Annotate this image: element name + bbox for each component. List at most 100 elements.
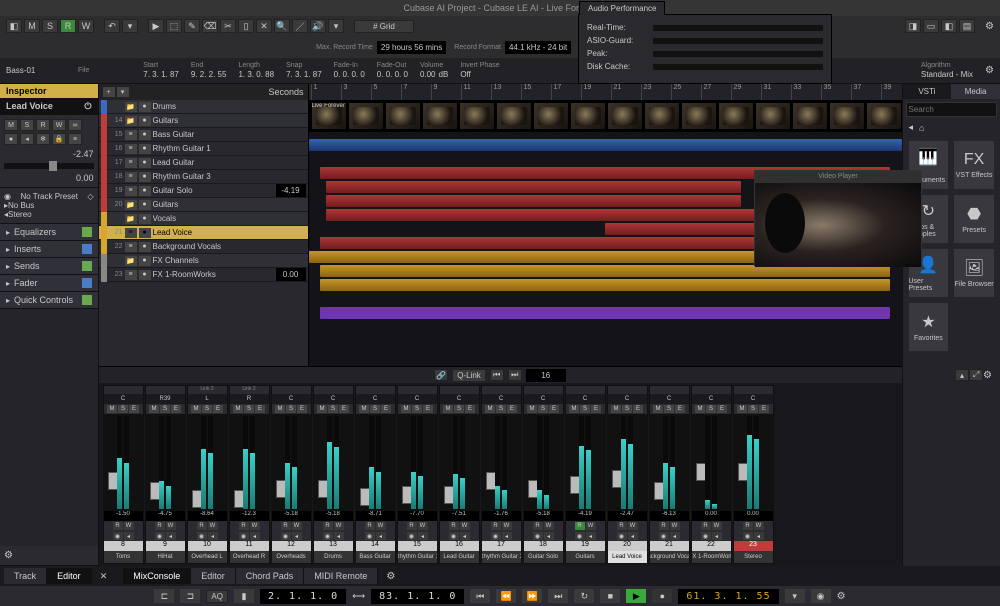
track-preset[interactable]: No Track Preset [20, 192, 77, 201]
draw-tool[interactable]: ✎ [184, 19, 200, 33]
erase-tool[interactable]: ⌫ [202, 19, 218, 33]
audio-clip[interactable] [320, 307, 889, 319]
layout-button-3[interactable]: ◧ [941, 19, 957, 33]
mixer-channel[interactable]: C MSE -1.76 RW ◉◂ 17 Rhythm Guitar 3 [481, 385, 522, 564]
prev-button[interactable]: ⏪ [496, 589, 516, 603]
settings-icon[interactable]: ⚙ [985, 21, 994, 32]
mixer-channel[interactable]: C MSE -8.71 RW ◉◂ 14 Bass Guitar [355, 385, 396, 564]
locator-button[interactable]: ▮ [234, 589, 254, 603]
channel-count[interactable]: 16 [526, 369, 566, 382]
inspector-section-inserts[interactable]: ▸Inserts [0, 241, 98, 258]
next-page-button[interactable]: ⏭ [508, 369, 522, 381]
timeline-ruler[interactable]: 135791113151719212325272931333537391:10 [309, 84, 902, 100]
tab-chord-pads[interactable]: Chord Pads [236, 568, 305, 584]
audio-clip[interactable] [326, 181, 741, 193]
track-row[interactable]: 📁●Drums [99, 100, 308, 114]
fadein-value[interactable]: 0. 0. 0. 0 [334, 70, 365, 79]
add-track-button[interactable]: + [103, 87, 115, 97]
track-row[interactable]: 23≡●FX 1-RoomWorks0.00 [99, 268, 308, 282]
output-bus[interactable]: Stereo [8, 210, 32, 219]
inspector-section-quick-controls[interactable]: ▸Quick Controls [0, 292, 98, 309]
end-value[interactable]: 9. 2. 2. 55 [191, 70, 227, 79]
mixer-up-button[interactable]: ▴ [955, 369, 969, 381]
loop-button[interactable]: ∞ [68, 119, 82, 131]
inspector-tab[interactable]: Inspector [0, 84, 98, 98]
back-icon[interactable]: ◂ [909, 122, 914, 133]
tab-midi-remote[interactable]: MIDI Remote [304, 568, 378, 584]
solo-button[interactable]: S [20, 119, 34, 131]
glue-tool[interactable]: ▯ [238, 19, 254, 33]
next-button[interactable]: ⏩ [522, 589, 542, 603]
track-row[interactable]: 20📁●Guitars [99, 198, 308, 212]
tab-vsti[interactable]: VSTi [903, 84, 952, 99]
history-dropdown[interactable]: ▾ [122, 19, 138, 33]
audio-clip[interactable] [320, 279, 889, 291]
inspector-track-name[interactable]: Lead Voice [6, 101, 53, 112]
cycle-button[interactable]: ↻ [574, 589, 594, 603]
close-tab-icon[interactable]: ✕ [100, 571, 108, 582]
right-locator[interactable]: 83. 1. 1. 0 [371, 589, 464, 604]
mixer-channel[interactable]: Link 2 L MSE -8.64 RW ◉◂ 10 Overhead L [187, 385, 228, 564]
lower-zone-settings-icon[interactable]: ⚙ [386, 571, 395, 582]
tab-track[interactable]: Track [4, 568, 47, 584]
track-row[interactable]: 15≡●Bass Guitar [99, 128, 308, 142]
record-button[interactable]: ● [652, 589, 672, 603]
mixer-channel[interactable]: C MSE -5.18 RW ◉◂ 18 Guitar Solo [523, 385, 564, 564]
audio-performance-panel[interactable]: Audio Performance Real-Time: ASIO-Guard:… [578, 14, 832, 84]
pointer-tool[interactable]: ▶ [148, 19, 164, 33]
left-locator[interactable]: 2. 1. 1. 0 [260, 589, 346, 604]
fadeout-value[interactable]: 0. 0. 0. 0 [377, 70, 408, 79]
track-row[interactable]: 📁●Vocals [99, 212, 308, 226]
track-row[interactable]: 14📁●Guitars [99, 114, 308, 128]
length-value[interactable]: 1. 3. 0. 88 [238, 70, 274, 79]
track-row[interactable]: 19≡●Guitar Solo-4.19 [99, 184, 308, 198]
mixer-channel[interactable]: C MSE 0.00 RW ◉◂ 23 Stereo [733, 385, 774, 564]
track-row[interactable]: 21≡●Lead Voice [99, 226, 308, 240]
freeze-button[interactable]: ❄ [36, 133, 50, 145]
rewind-button[interactable]: ⏮ [470, 589, 490, 603]
solo-all-button[interactable]: S [42, 19, 58, 33]
track-row[interactable]: 16≡●Rhythm Guitar 1 [99, 142, 308, 156]
mixer-channel[interactable]: R39 MSE -4.75 RW ◉◂ 9 HiHat [145, 385, 186, 564]
layout-button-4[interactable]: ▤ [959, 19, 975, 33]
read-button[interactable]: R [36, 119, 50, 131]
media-tile-file-browser[interactable]: 🖼File Browser [954, 249, 994, 297]
click-button[interactable]: ◉ [811, 589, 831, 603]
tab-media[interactable]: Media [951, 84, 1000, 99]
undo-button[interactable]: ↶ [104, 19, 120, 33]
mixer-channel[interactable]: C MSE 0.00 RW ◉◂ 22 FX 1-RoomWork [691, 385, 732, 564]
toggle-channel-button[interactable]: ◧ [6, 19, 22, 33]
track-row[interactable]: 📁●FX Channels [99, 254, 308, 268]
mute-tool[interactable]: ✕ [256, 19, 272, 33]
split-tool[interactable]: ✂ [220, 19, 236, 33]
mixer-channel[interactable]: C MSE -4.19 RW ◉◂ 19 Guitars [565, 385, 606, 564]
track-row[interactable]: 18≡●Rhythm Guitar 3 [99, 170, 308, 184]
inspector-section-equalizers[interactable]: ▸Equalizers [0, 224, 98, 241]
home-icon[interactable]: ⌂ [919, 123, 924, 133]
mixer-channel[interactable]: C MSE -1.50 RW ◉◂ 8 Toms [103, 385, 144, 564]
input-bus[interactable]: No Bus [8, 201, 34, 210]
volume-value[interactable]: 0.00 [420, 70, 436, 79]
algo-value[interactable]: Standard - Mix [921, 70, 973, 79]
mute-all-button[interactable]: M [24, 19, 40, 33]
info-settings-icon[interactable]: ⚙ [985, 65, 994, 76]
mixer-channel[interactable]: C MSE -5.18 RW ◉◂ 12 Overheads [271, 385, 312, 564]
media-search-input[interactable] [906, 102, 998, 117]
inspector-section-fader[interactable]: ▸Fader [0, 275, 98, 292]
inspector-section-sends[interactable]: ▸Sends [0, 258, 98, 275]
audio-clip[interactable] [309, 139, 902, 151]
write-automation-button[interactable]: W [78, 19, 94, 33]
qlink-button[interactable]: Q-Link [452, 369, 486, 382]
invert-value[interactable]: Off [460, 70, 499, 79]
line-tool[interactable]: ／ [292, 19, 308, 33]
read-automation-button[interactable]: R [60, 19, 76, 33]
snap-value[interactable]: 7. 3. 1. 87 [286, 70, 322, 79]
stop-button[interactable]: ■ [600, 589, 620, 603]
mixer-expand-button[interactable]: ⤢ [969, 369, 983, 381]
inspector-pan[interactable]: 0.00 [76, 173, 94, 183]
audio-clip[interactable] [326, 195, 741, 207]
layout-button-1[interactable]: ◨ [905, 19, 921, 33]
lock-button[interactable]: 🔒 [52, 133, 66, 145]
aq-button[interactable]: AQ [206, 590, 228, 603]
tab-editor[interactable]: Editor [47, 568, 92, 584]
